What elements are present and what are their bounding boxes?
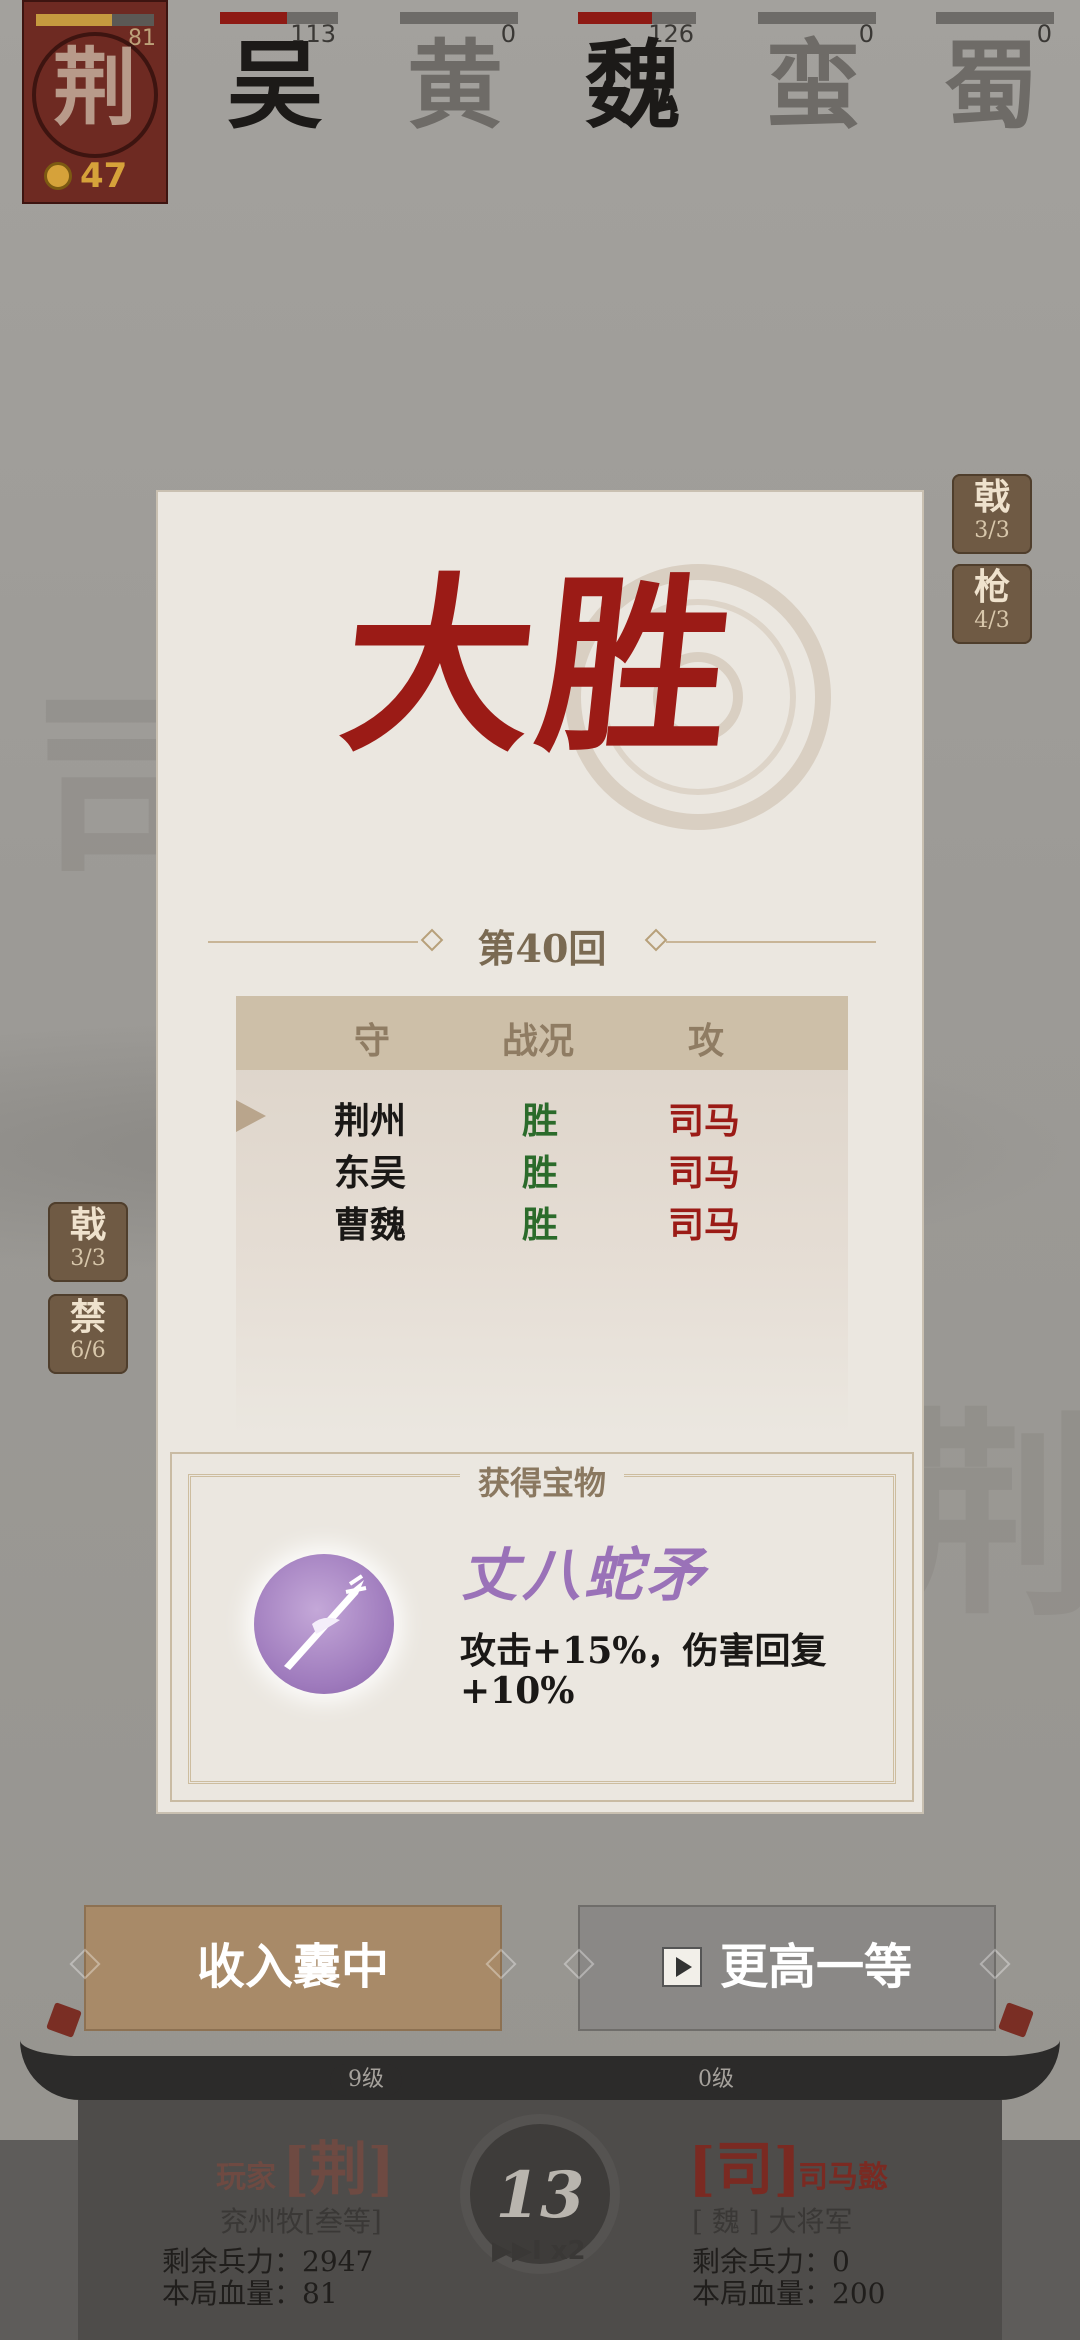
player-faction-card[interactable]: 81 荆 47: [22, 0, 168, 204]
enemy-name: 司马懿: [798, 2160, 888, 2195]
round-number: 13: [495, 2158, 585, 2233]
player-hp-bar: [36, 14, 154, 26]
result-cell: 胜: [522, 1100, 559, 1142]
header-defend: 守: [354, 1020, 391, 1062]
collect-button[interactable]: 收入囊中: [69, 1905, 517, 2031]
table-row: 荆州 胜 司马: [236, 1086, 848, 1142]
treasure-name: 丈八蛇矛: [460, 1541, 709, 1609]
upgrade-button-label: 更高一等: [719, 1939, 912, 1995]
skill-chip-left-1[interactable]: 戟 3/3: [48, 1202, 128, 1282]
skill-name: 禁: [69, 1296, 106, 1338]
faction-huang[interactable]: 0 黄: [366, 0, 544, 200]
defender-cell: 曹魏: [334, 1204, 407, 1246]
skill-count: 3/3: [974, 517, 1010, 543]
faction-wu[interactable]: 113 吴: [186, 0, 364, 200]
player-level-tag: 9级: [330, 2064, 402, 2096]
skill-name: 戟: [973, 476, 1010, 518]
player-faction-name: 荆: [52, 38, 137, 137]
faction-name: 蜀: [943, 29, 1039, 142]
faction-name: 黄: [407, 29, 503, 142]
enemy-title: [ 魏 ] 大将军: [692, 2205, 853, 2238]
result-cell: 胜: [522, 1152, 559, 1194]
round-label: 第40回: [477, 926, 607, 971]
gold-coin-icon: [44, 162, 72, 190]
skill-count: 3/3: [70, 1245, 106, 1271]
player-gold-value: 47: [80, 156, 128, 196]
speed-toggle[interactable]: ▶▶I x2: [492, 2236, 586, 2266]
skill-count: 6/6: [70, 1337, 106, 1363]
result-cell: 胜: [522, 1204, 559, 1246]
spear-icon: [284, 1574, 367, 1670]
attacker-cell: 司马: [668, 1204, 741, 1246]
faction-man[interactable]: 0 蛮: [724, 0, 902, 200]
faction-name: 吴: [227, 29, 323, 142]
header-result: 战况: [502, 1020, 575, 1062]
round-header: 第40回: [208, 912, 876, 972]
upgrade-button[interactable]: 更高一等: [563, 1905, 1011, 2031]
skill-name: 枪: [973, 566, 1010, 608]
faction-name: 蛮: [765, 29, 861, 142]
treasure-item-icon[interactable]: [254, 1554, 394, 1694]
faction-wei[interactable]: 126 魏: [544, 0, 722, 200]
faction-name: 魏: [585, 29, 681, 142]
enemy-level-tag: 0级: [680, 2064, 752, 2096]
skill-count: 4/3: [974, 607, 1010, 633]
player-round-hp: 本局血量：81: [162, 2277, 338, 2310]
attacker-cell: 司马: [668, 1100, 741, 1142]
collect-button-label: 收入囊中: [196, 1939, 389, 1995]
treasure-caption: 获得宝物: [459, 1458, 624, 1504]
faction-bar: 81 荆 47 113 吴 0 黄 126 魏 0 蛮 0 蜀: [0, 0, 1080, 210]
table-row: 东吴 胜 司马: [236, 1138, 848, 1194]
defender-cell: 荆州: [334, 1100, 407, 1142]
victory-title: 大胜: [332, 555, 748, 778]
skill-chip-right-2[interactable]: 枪 4/3: [952, 564, 1032, 644]
faction-shu[interactable]: 0 蜀: [902, 0, 1080, 200]
header-attack: 攻: [688, 1020, 725, 1062]
skill-chip-right-1[interactable]: 戟 3/3: [952, 474, 1032, 554]
battle-result-table: 守 战况 攻 荆州 胜 司马 东吴 胜 司马 曹魏 胜 司马: [236, 996, 848, 1436]
hud-arc: [20, 2040, 1060, 2100]
treasure-description: 攻击+15%，伤害回复+10%: [460, 1630, 827, 1712]
enemy-faction-tag: [司]: [688, 2135, 801, 2203]
video-ad-icon: [661, 1946, 702, 1987]
table-row: 曹魏 胜 司马: [236, 1190, 848, 1246]
skill-name: 戟: [69, 1204, 106, 1246]
victory-dialog: 大胜 第40回 守 战况 攻 荆州 胜 司马 东吴 胜 司马 曹魏 胜 司马 获…: [156, 490, 924, 1814]
table-header: 守 战况 攻: [236, 996, 848, 1070]
current-row-marker-icon: [236, 1100, 266, 1132]
player-label: 玩家: [216, 2160, 276, 2195]
attacker-cell: 司马: [668, 1152, 741, 1194]
treasure-caption-wrap: 获得宝物: [172, 1458, 912, 1504]
skill-chip-left-2[interactable]: 禁 6/6: [48, 1294, 128, 1374]
player-title: 兖州牧[叁等]: [220, 2205, 382, 2238]
defender-cell: 东吴: [334, 1152, 407, 1194]
divider-line: [666, 941, 876, 943]
enemy-round-hp: 本局血量：200: [692, 2277, 886, 2310]
player-faction-tag: [荆]: [282, 2135, 395, 2203]
treasure-panel: 获得宝物 丈八蛇矛 攻击+15%，伤害回复+10%: [170, 1452, 914, 1802]
